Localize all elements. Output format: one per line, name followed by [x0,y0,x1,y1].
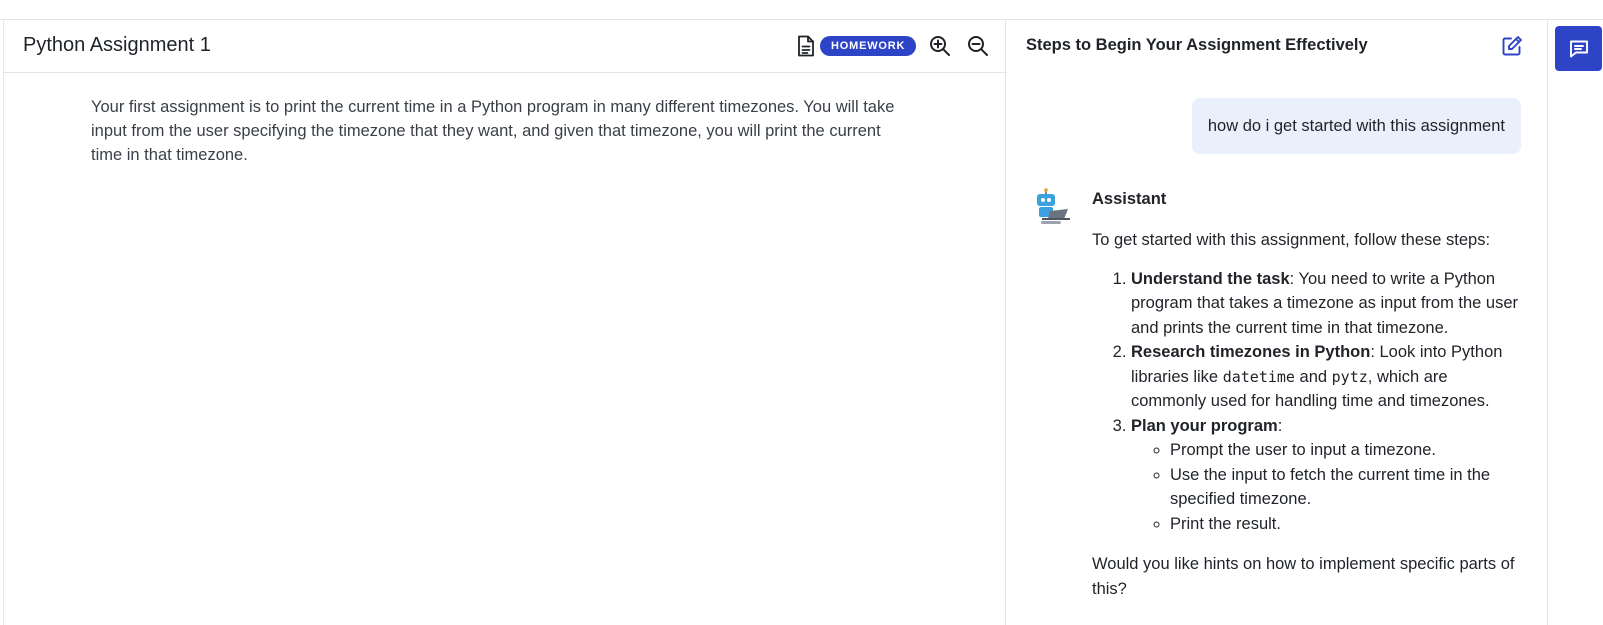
homework-badge: HOMEWORK [820,36,917,56]
assignment-description: Your first assignment is to print the cu… [91,98,895,164]
chat-title: Steps to Begin Your Assignment Effective… [1026,36,1368,54]
zoom-in-icon[interactable] [928,34,952,58]
step-text: and [1294,367,1332,386]
assistant-intro: To get started with this assignment, fol… [1092,231,1491,249]
step-text: : [1277,416,1283,435]
zoom-out-icon[interactable] [966,34,990,58]
substep-item: Prompt the user to input a timezone. [1170,438,1522,463]
step-item: Research timezones in Python: Look into … [1131,340,1522,414]
step-title: Plan your program [1131,416,1278,435]
assistant-name: Assistant [1092,190,1167,208]
step-item: Understand the task: You need to write a… [1131,267,1522,341]
inline-code: datetime [1222,367,1295,386]
chat-icon [1569,40,1588,57]
assignment-header: Python Assignment 1 HOMEWORK [4,20,1007,73]
user-message: how do i get started with this assignmen… [1191,98,1521,154]
top-strip [0,0,1603,20]
substeps-list: Prompt the user to input a timezone. Use… [1131,438,1522,536]
assistant-avatar-icon [1032,188,1076,228]
steps-list: Understand the task: You need to write a… [1092,267,1522,537]
step-item: Plan your program: Prompt the user to in… [1131,414,1522,537]
edit-icon[interactable] [1500,34,1524,58]
assistant-closing: Would you like hints on how to implement… [1092,555,1515,598]
substep-item: Print the result. [1170,512,1522,537]
assignment-toolbar: HOMEWORK [794,34,990,58]
step-title: Understand the task [1131,269,1290,288]
chat-toggle-button[interactable] [1555,26,1602,71]
step-title: Research timezones in Python [1131,343,1371,361]
side-rail [1547,20,1603,625]
assignment-title: Python Assignment 1 [23,34,211,56]
document-icon[interactable] [794,34,818,58]
substep-item: Use the input to fetch the current time … [1170,463,1522,512]
assignment-panel: Python Assignment 1 HOMEWORK Your first … [3,20,1007,625]
inline-code: pytz [1331,367,1368,386]
assistant-message: To get started with this assignment, fol… [1092,228,1522,601]
chat-panel: Steps to Begin Your Assignment Effective… [1006,20,1547,625]
